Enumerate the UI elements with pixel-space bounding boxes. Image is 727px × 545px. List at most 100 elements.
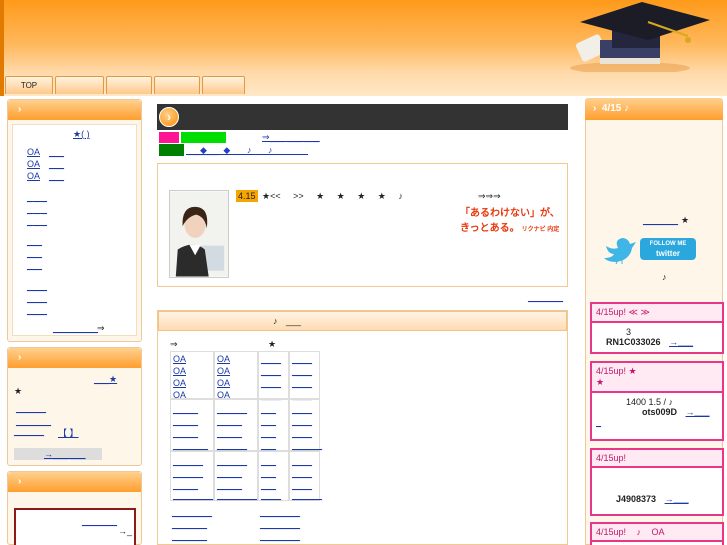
- grid-link[interactable]: ____: [292, 480, 312, 490]
- grid-link[interactable]: _____: [217, 428, 242, 438]
- news-body: 3 RN1C033026 →___: [592, 323, 722, 351]
- twitter-follow-button[interactable]: FOLLOW ME twitter: [640, 238, 696, 260]
- grid-link[interactable]: _______: [172, 531, 207, 541]
- grid-link[interactable]: ______: [173, 468, 203, 478]
- grid-link[interactable]: _______: [173, 440, 208, 450]
- grid-link[interactable]: _____: [217, 416, 242, 426]
- grid-link[interactable]: ______: [217, 440, 247, 450]
- oa-link[interactable]: OA: [217, 378, 230, 388]
- grid-link[interactable]: ________: [260, 519, 300, 529]
- grid-link[interactable]: ______: [292, 440, 322, 450]
- twitter-link[interactable]: _______: [643, 215, 678, 225]
- dash-link[interactable]: _ _ _: [27, 192, 47, 202]
- oa-link[interactable]: OA: [173, 354, 186, 364]
- more-link[interactable]: _______: [528, 292, 563, 302]
- grid-link[interactable]: ____: [292, 456, 312, 466]
- grid-link[interactable]: ____: [292, 404, 312, 414]
- grid-link[interactable]: ___: [261, 404, 276, 414]
- dash-link[interactable]: _ _ _: [27, 204, 47, 214]
- nav-tab-top[interactable]: TOP: [5, 76, 53, 94]
- news-arrow-link[interactable]: →___: [686, 407, 710, 417]
- short-link[interactable]: ____: [27, 305, 47, 315]
- grid-link[interactable]: ___: [261, 416, 276, 426]
- grid-link[interactable]: ____: [261, 490, 281, 500]
- bracket-link[interactable]: ______: [14, 426, 44, 436]
- grid-link[interactable]: ________: [172, 507, 212, 517]
- grid-link[interactable]: ____: [292, 416, 312, 426]
- short-link[interactable]: ______: [16, 403, 46, 413]
- left-box-3-frame: _______ →_: [14, 508, 136, 545]
- short-link[interactable]: ___: [27, 236, 42, 246]
- grid-link[interactable]: ______: [217, 456, 247, 466]
- short-link[interactable]: ____: [27, 281, 47, 291]
- grid-cell: ____ ____ ____ ____: [289, 351, 320, 400]
- nav-tab[interactable]: [202, 76, 245, 94]
- bracket-link-mark[interactable]: 【 】: [58, 426, 79, 439]
- grid-link[interactable]: ___: [261, 468, 276, 478]
- grid-link[interactable]: ____: [292, 468, 312, 478]
- oa-link[interactable]: OA: [27, 171, 40, 181]
- nav-tab[interactable]: [106, 76, 152, 94]
- short-link[interactable]: _______: [82, 516, 117, 526]
- dash-link[interactable]: _ _ _: [27, 216, 47, 226]
- feature-text: ★<< >> ★ ★ ★ ★ ♪: [262, 191, 403, 201]
- grid-link[interactable]: _____: [217, 480, 242, 490]
- nav-tab[interactable]: [55, 76, 104, 94]
- oa-link[interactable]: OA: [27, 147, 40, 157]
- dark-green-block: [159, 144, 184, 156]
- news-head: 4/15up! ≪ ≫: [592, 304, 722, 323]
- grid-link[interactable]: ____: [292, 428, 312, 438]
- grid-link[interactable]: ________: [260, 507, 300, 517]
- grid-link[interactable]: ________: [217, 490, 257, 500]
- grid-link[interactable]: _____: [173, 404, 198, 414]
- star-line[interactable]: ___★: [94, 374, 117, 385]
- oa-link[interactable]: OA: [173, 366, 186, 376]
- short-link[interactable]: ___: [27, 260, 42, 270]
- short-link[interactable]: _______: [16, 416, 51, 426]
- grid-link[interactable]: _____: [173, 416, 198, 426]
- product-code: RN1C033026: [606, 337, 661, 347]
- grid-link[interactable]: _____: [173, 480, 198, 490]
- oa-link-tail[interactable]: ___: [49, 171, 64, 181]
- oa-link[interactable]: OA: [27, 159, 40, 169]
- nav-tab[interactable]: [154, 76, 200, 94]
- star-link[interactable]: ★( ): [73, 129, 90, 140]
- oa-link-tail[interactable]: ___: [49, 159, 64, 169]
- grid-link[interactable]: ____: [292, 354, 312, 364]
- arrow-link[interactable]: →___ ___: [44, 449, 86, 459]
- short-link[interactable]: ___: [27, 248, 42, 258]
- grid-link[interactable]: ____: [261, 366, 281, 376]
- news-tail-link[interactable]: _: [596, 417, 718, 427]
- arrow-links[interactable]: ⇒___ ___ ___: [262, 132, 320, 143]
- grid-cell: ____ ____ ____ ______: [289, 399, 322, 451]
- grid-link[interactable]: ___: [261, 440, 276, 450]
- grid-link[interactable]: _______: [172, 519, 207, 529]
- more-link[interactable]: _________: [53, 323, 98, 333]
- oa-link[interactable]: OA: [217, 354, 230, 364]
- recruit-banner[interactable]: 「あるわけない」が、 きっとある。 リクナビ 内定: [460, 204, 564, 236]
- grid-link[interactable]: ______: [173, 456, 203, 466]
- banner-line2-text: きっとある。: [460, 223, 520, 234]
- oa-link[interactable]: OA: [217, 366, 230, 376]
- grid-link[interactable]: ____: [292, 366, 312, 376]
- grid-link[interactable]: ____: [261, 378, 281, 388]
- grid-link[interactable]: ______: [217, 404, 247, 414]
- grid-link[interactable]: _____: [217, 468, 242, 478]
- news-arrow-link[interactable]: →___: [669, 337, 693, 347]
- news-arrow-link[interactable]: →___: [665, 494, 689, 504]
- oa-link[interactable]: OA: [173, 378, 186, 388]
- grid-link[interactable]: ____: [261, 354, 281, 364]
- grid-link[interactable]: ________: [173, 490, 213, 500]
- oa-link-tail[interactable]: ___: [49, 147, 64, 157]
- grid-link[interactable]: ______: [292, 490, 322, 500]
- grid-link[interactable]: ___: [261, 428, 276, 438]
- grid-link[interactable]: ___: [261, 456, 276, 466]
- grid-link[interactable]: _____: [173, 428, 198, 438]
- news-body: J4908373 →___: [592, 468, 722, 508]
- star-mark: ★: [14, 386, 23, 396]
- grid-link[interactable]: ____: [292, 378, 312, 388]
- grid-link[interactable]: ________: [260, 531, 300, 541]
- short-link[interactable]: ____: [27, 293, 47, 303]
- grid-link[interactable]: ___: [261, 480, 276, 490]
- category-title[interactable]: ♪ ___: [273, 316, 301, 326]
